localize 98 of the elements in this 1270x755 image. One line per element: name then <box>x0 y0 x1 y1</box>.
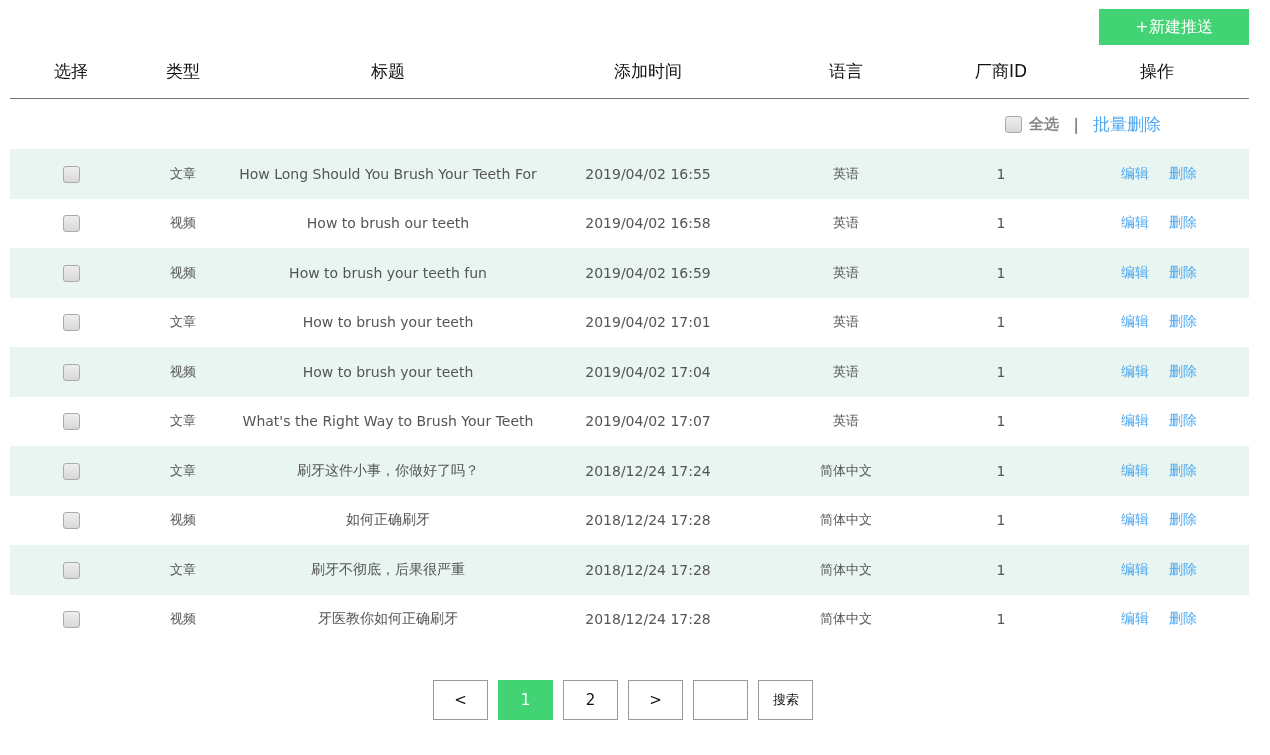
delete-link[interactable]: 删除 <box>1168 412 1197 431</box>
table-cell: How to brush your teeth <box>302 363 474 380</box>
row-checkbox[interactable] <box>62 314 80 331</box>
row-checkbox[interactable] <box>62 462 80 480</box>
table-cell: 文章 <box>170 561 196 577</box>
table-cell: 简体中文 <box>820 611 872 627</box>
table-cell: 1 <box>996 512 1006 529</box>
table-cell: 刷牙这件小事，你做好了吗？ <box>297 461 479 478</box>
table-cell: 2019/04/02 17:01 <box>585 314 711 331</box>
row-checkbox[interactable] <box>62 264 80 282</box>
table-cell: 2019/04/02 16:55 <box>585 165 711 182</box>
edit-link[interactable]: 编辑 <box>1120 610 1149 629</box>
table-cell: 简体中文 <box>820 512 872 528</box>
page-input-field[interactable] <box>693 680 748 720</box>
table-cell: 2018/12/24 17:28 <box>585 611 711 628</box>
row-checkbox[interactable] <box>62 611 80 628</box>
delete-link[interactable]: 删除 <box>1168 362 1197 381</box>
column-header: 厂商ID <box>973 60 1029 83</box>
delete-link[interactable]: 删除 <box>1168 560 1197 579</box>
delete-link[interactable]: 删除 <box>1168 313 1197 332</box>
table-cell: 1 <box>996 462 1006 479</box>
table-cell: 如何正确刷牙 <box>346 511 430 528</box>
table-cell: 刷牙不彻底，后果很严重 <box>311 560 465 577</box>
delete-link[interactable]: 删除 <box>1168 461 1197 480</box>
table-cell: 2018/12/24 17:28 <box>585 512 711 529</box>
table-cell: 牙医教你如何正确刷牙 <box>318 610 458 627</box>
table-cell: 视频 <box>170 363 196 379</box>
row-checkbox[interactable] <box>62 413 80 430</box>
table-cell: How to brush your teeth <box>302 314 474 331</box>
edit-link[interactable]: 编辑 <box>1120 511 1149 530</box>
table-cell: 英语 <box>833 314 859 330</box>
select-all-label: 全选 <box>1029 114 1060 134</box>
bulk-delete-link[interactable]: 批量删除 <box>1093 112 1161 136</box>
separator: | <box>1073 114 1079 134</box>
table-cell: 1 <box>996 611 1006 628</box>
table-cell: 1 <box>996 413 1006 430</box>
delete-link[interactable]: 删除 <box>1168 511 1197 530</box>
table-cell: 英语 <box>833 413 859 429</box>
row-checkbox[interactable] <box>62 363 80 381</box>
table-cell: 文章 <box>170 165 196 181</box>
row-checkbox[interactable] <box>62 165 80 183</box>
table-cell: 英语 <box>833 165 859 181</box>
table-cell: 视频 <box>170 611 196 627</box>
delete-link[interactable]: 删除 <box>1168 263 1197 282</box>
column-header: 添加时间 <box>613 60 683 83</box>
table-cell: 视频 <box>170 264 196 280</box>
table-cell: 2019/04/02 17:04 <box>585 363 711 380</box>
table-cell: 英语 <box>833 363 859 379</box>
page-button[interactable]: 2 <box>563 680 618 720</box>
table-cell: How to brush our teeth <box>306 215 470 232</box>
table-cell: 文章 <box>170 413 196 429</box>
table-cell: 1 <box>996 363 1006 380</box>
column-header: 类型 <box>165 60 201 83</box>
table-cell: 英语 <box>833 264 859 280</box>
column-header: 标题 <box>370 60 406 83</box>
table-cell: 文章 <box>170 314 196 330</box>
delete-link[interactable]: 删除 <box>1168 164 1197 183</box>
table-cell: 简体中文 <box>820 561 872 577</box>
delete-link[interactable]: 删除 <box>1168 214 1197 233</box>
page-button[interactable]: 1 <box>498 680 553 720</box>
edit-link[interactable]: 编辑 <box>1120 214 1149 233</box>
table-cell: What's the Right Way to Brush Your Teeth <box>242 413 534 430</box>
edit-link[interactable]: 编辑 <box>1120 461 1149 480</box>
table-cell: 2019/04/02 17:07 <box>585 413 711 430</box>
row-checkbox[interactable] <box>62 512 80 529</box>
column-header: 选择 <box>53 60 89 83</box>
edit-link[interactable]: 编辑 <box>1120 263 1149 282</box>
table-cell: How to brush your teeth fun <box>289 264 487 281</box>
select-all-checkbox[interactable] <box>1005 115 1023 133</box>
edit-link[interactable]: 编辑 <box>1120 412 1149 431</box>
row-checkbox[interactable] <box>62 215 80 232</box>
next-page-button[interactable]: > <box>628 680 683 720</box>
table-cell: 2018/12/24 17:28 <box>585 561 711 578</box>
table-cell: 1 <box>996 215 1006 232</box>
table-cell: 视频 <box>170 512 196 528</box>
table-cell: 1 <box>996 264 1006 281</box>
table-cell: 1 <box>996 561 1006 578</box>
table-cell: 2019/04/02 16:59 <box>585 264 711 281</box>
edit-link[interactable]: 编辑 <box>1120 164 1149 183</box>
edit-link[interactable]: 编辑 <box>1120 313 1149 332</box>
table-cell: 文章 <box>170 462 196 478</box>
table-cell: 2019/04/02 16:58 <box>585 215 711 232</box>
delete-link[interactable]: 删除 <box>1168 610 1197 629</box>
table-cell: How Long Should You Brush Your Teeth For <box>239 165 537 182</box>
table-cell: 1 <box>996 314 1006 331</box>
edit-link[interactable]: 编辑 <box>1120 560 1149 579</box>
table-cell: 1 <box>996 165 1006 182</box>
table-cell: 简体中文 <box>820 462 872 478</box>
row-checkbox[interactable] <box>62 561 80 579</box>
previous-page-button[interactable]: < <box>433 680 488 720</box>
edit-link[interactable]: 编辑 <box>1120 362 1149 381</box>
column-header: 语言 <box>828 60 864 83</box>
search-button[interactable]: 搜索 <box>758 680 813 720</box>
column-header: 操作 <box>1138 60 1175 83</box>
new-push-button[interactable]: +新建推送 <box>1099 9 1249 45</box>
table-cell: 视频 <box>170 215 196 231</box>
table-cell: 2018/12/24 17:24 <box>585 462 711 479</box>
table-cell: 英语 <box>833 215 859 231</box>
